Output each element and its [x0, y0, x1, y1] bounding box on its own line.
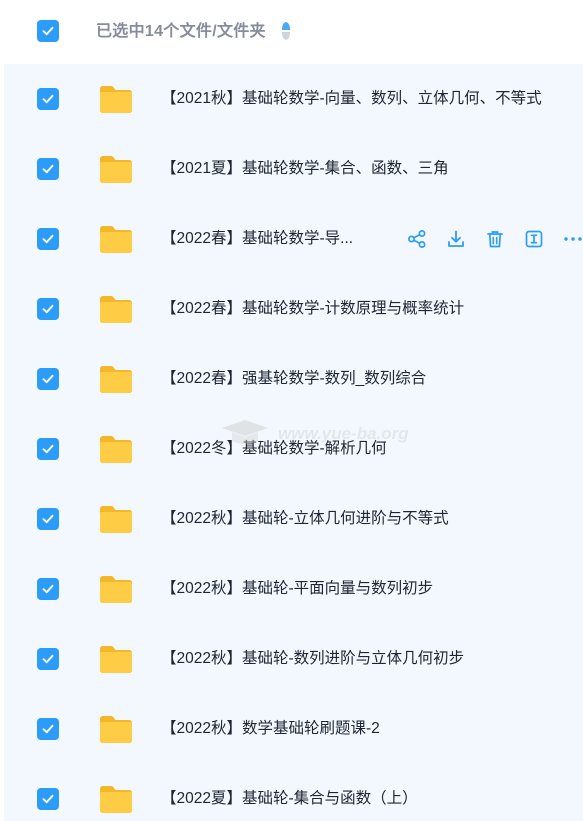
file-row[interactable]: 【2022冬】基础轮数学-解析几何: [4, 414, 583, 484]
folder-icon: [100, 576, 132, 603]
check-icon: [42, 94, 54, 104]
folder-icon: [100, 226, 132, 253]
folder-icon: [100, 646, 132, 673]
file-row[interactable]: 【2022秋】数学基础轮刷题课-2: [4, 694, 583, 764]
check-icon: [42, 794, 54, 804]
file-checkbox[interactable]: [37, 438, 59, 460]
file-list: 【2021秋】基础轮数学-向量、数列、立体几何、不等式 【2021夏】基础轮数学-…: [4, 64, 583, 821]
check-icon: [42, 304, 54, 314]
selection-header: 已选中14个文件/文件夹: [0, 0, 583, 64]
check-icon: [42, 234, 54, 244]
delete-icon: [485, 229, 505, 249]
share-button[interactable]: [404, 226, 430, 252]
file-manager-page: 已选中14个文件/文件夹 【2021秋】基础轮数学-向量、数列、立体几何、不等式…: [0, 0, 583, 821]
sort-icon[interactable]: [281, 21, 291, 41]
file-name[interactable]: 【2022秋】基础轮-立体几何进阶与不等式: [161, 507, 449, 531]
check-icon: [42, 164, 54, 174]
file-name[interactable]: 【2022春】强基轮数学-数列_数列综合: [161, 367, 426, 391]
check-icon: [42, 724, 54, 734]
folder-icon: [100, 786, 132, 813]
folder-icon: [100, 296, 132, 323]
check-icon: [42, 26, 54, 36]
download-button[interactable]: [443, 226, 469, 252]
file-checkbox[interactable]: [37, 298, 59, 320]
file-name[interactable]: 【2022冬】基础轮数学-解析几何: [161, 437, 387, 461]
file-checkbox[interactable]: [37, 718, 59, 740]
file-name[interactable]: 【2021秋】基础轮数学-向量、数列、立体几何、不等式: [161, 87, 542, 111]
check-icon: [42, 584, 54, 594]
more-icon: [563, 229, 583, 249]
file-row[interactable]: 【2022春】基础轮数学-计数原理与概率统计: [4, 274, 583, 344]
file-row[interactable]: 【2022秋】基础轮-立体几何进阶与不等式: [4, 484, 583, 554]
file-name[interactable]: 【2022秋】基础轮-平面向量与数列初步: [161, 577, 433, 601]
file-name[interactable]: 【2022秋】数学基础轮刷题课-2: [161, 717, 380, 741]
file-row[interactable]: 【2022夏】基础轮-集合与函数（上）: [4, 764, 583, 821]
selection-count-label: 已选中14个文件/文件夹: [96, 23, 266, 40]
check-icon: [42, 374, 54, 384]
rename-icon: [524, 229, 544, 249]
check-icon: [42, 514, 54, 524]
file-row[interactable]: 【2022秋】基础轮-数列进阶与立体几何初步: [4, 624, 583, 694]
file-row[interactable]: 【2021秋】基础轮数学-向量、数列、立体几何、不等式: [4, 64, 583, 134]
file-checkbox[interactable]: [37, 508, 59, 530]
file-row[interactable]: 【2022春】强基轮数学-数列_数列综合: [4, 344, 583, 414]
check-icon: [42, 444, 54, 454]
rename-button[interactable]: [521, 226, 547, 252]
folder-icon: [100, 86, 132, 113]
folder-icon: [100, 506, 132, 533]
file-name[interactable]: 【2021夏】基础轮数学-集合、函数、三角: [161, 157, 449, 181]
file-checkbox[interactable]: [37, 158, 59, 180]
file-checkbox[interactable]: [37, 368, 59, 390]
folder-icon: [100, 156, 132, 183]
folder-icon: [100, 436, 132, 463]
file-row[interactable]: 【2022春】基础轮数学-导...: [4, 204, 583, 274]
folder-icon: [100, 716, 132, 743]
file-name[interactable]: 【2022夏】基础轮-集合与函数（上）: [161, 787, 418, 811]
download-icon: [446, 229, 466, 249]
file-name[interactable]: 【2022春】基础轮数学-计数原理与概率统计: [161, 297, 464, 321]
file-row[interactable]: 【2022秋】基础轮-平面向量与数列初步: [4, 554, 583, 624]
file-checkbox[interactable]: [37, 88, 59, 110]
file-row[interactable]: 【2021夏】基础轮数学-集合、函数、三角: [4, 134, 583, 204]
file-checkbox[interactable]: [37, 788, 59, 810]
file-checkbox[interactable]: [37, 578, 59, 600]
delete-button[interactable]: [482, 226, 508, 252]
file-checkbox[interactable]: [37, 228, 59, 250]
file-name[interactable]: 【2022春】基础轮数学-导...: [161, 227, 353, 251]
file-name[interactable]: 【2022秋】基础轮-数列进阶与立体几何初步: [161, 647, 464, 671]
file-checkbox[interactable]: [37, 648, 59, 670]
folder-icon: [100, 366, 132, 393]
more-button[interactable]: [560, 226, 583, 252]
check-icon: [42, 654, 54, 664]
share-icon: [407, 229, 427, 249]
select-all-checkbox[interactable]: [37, 20, 59, 42]
